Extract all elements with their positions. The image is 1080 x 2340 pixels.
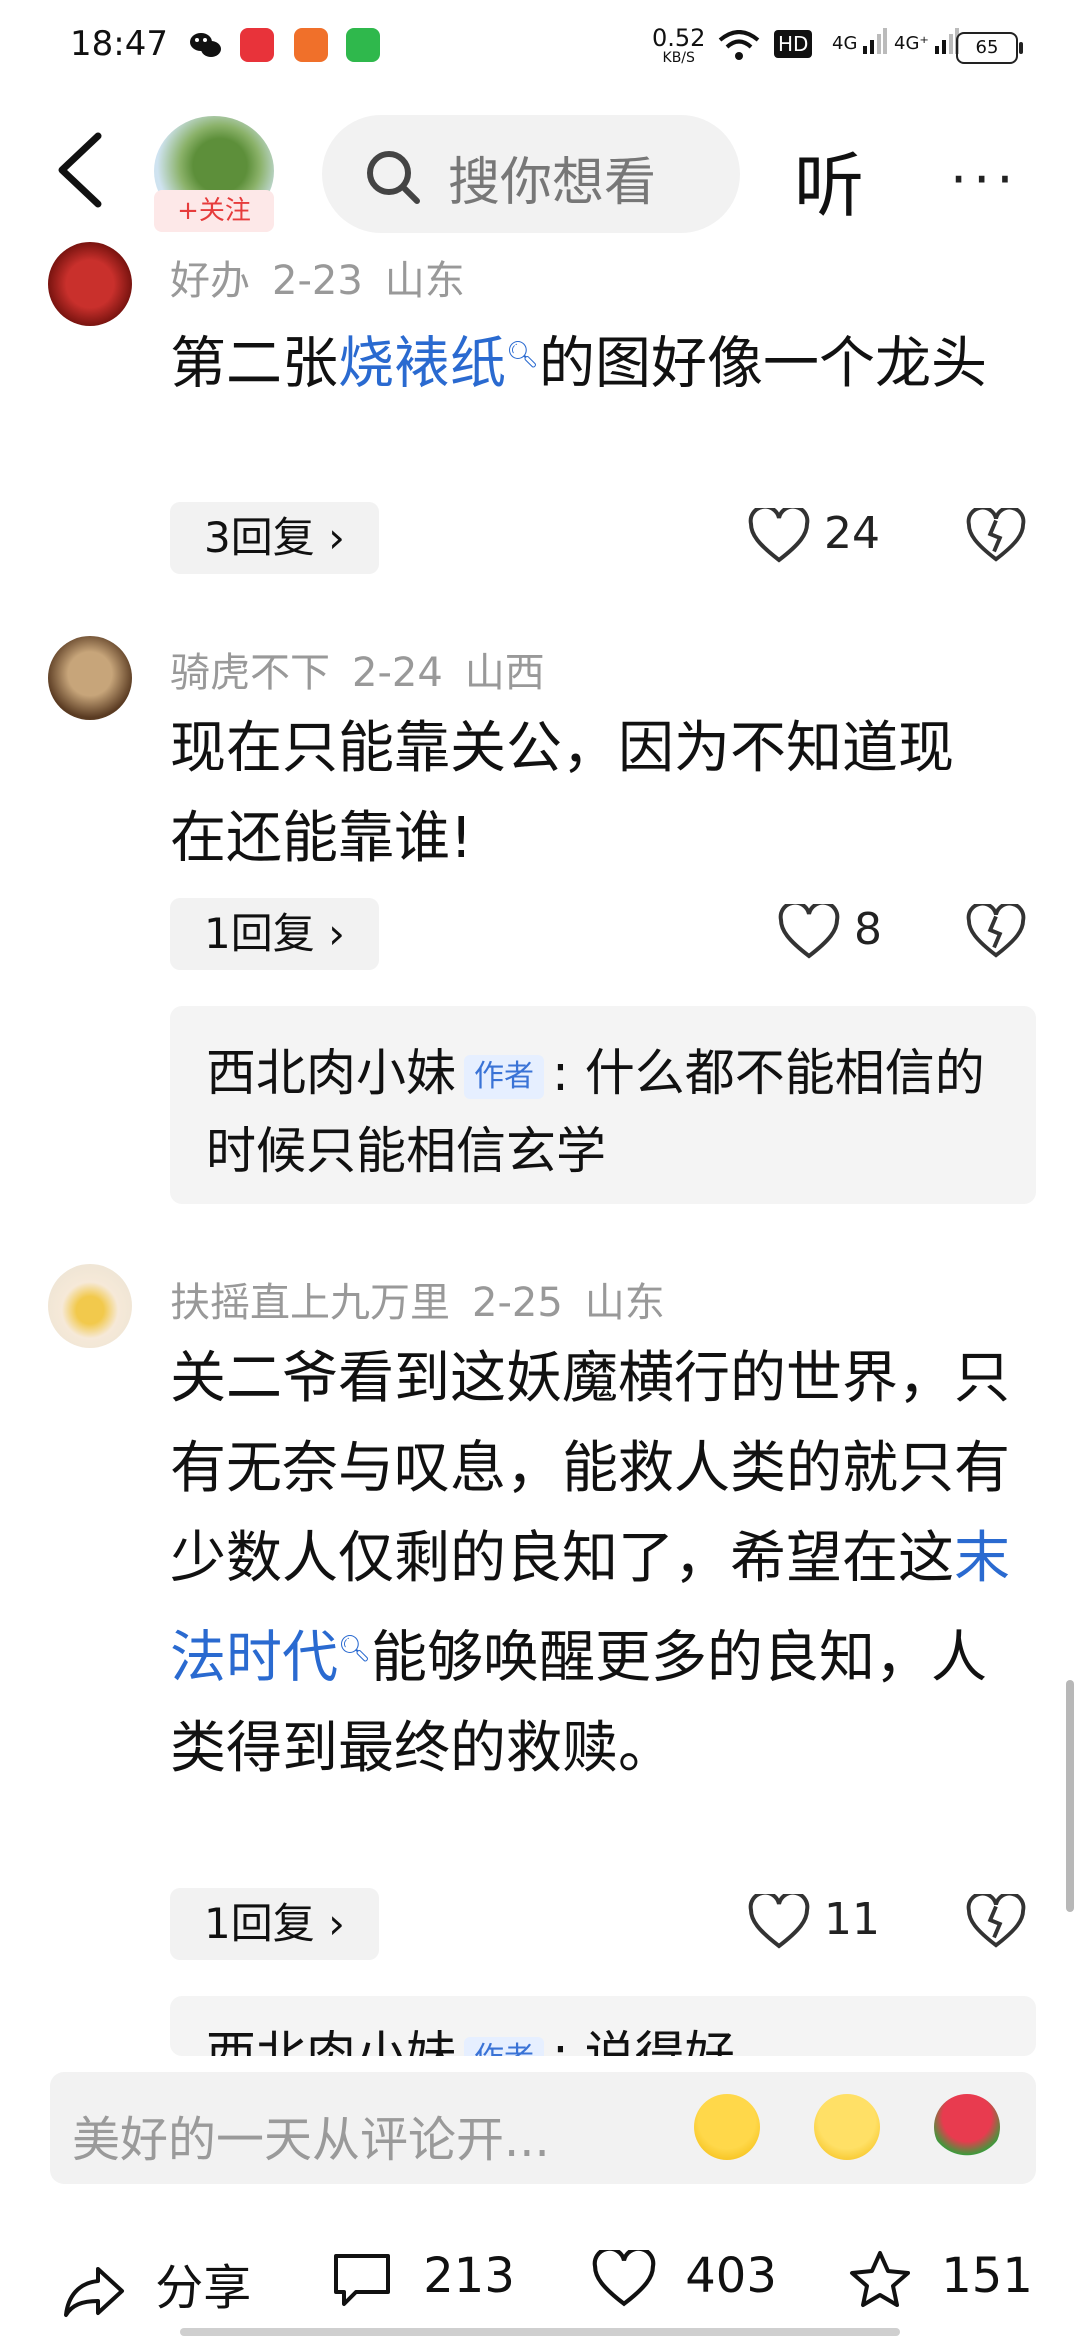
comment-location: 山西 — [464, 650, 545, 696]
favorite-button[interactable]: 151 — [848, 2248, 1033, 2309]
comment-text: 现在只能靠关公，因为不知道现在还能靠谁! — [170, 716, 954, 871]
star-icon — [850, 2251, 910, 2307]
broken-heart-icon — [966, 1891, 1026, 1948]
like-button[interactable]: 11 — [748, 1894, 880, 1950]
emoji-grin-icon[interactable] — [814, 2094, 880, 2160]
like-button[interactable]: 8 — [778, 904, 882, 960]
share-label: 分享 — [155, 2260, 252, 2316]
dislike-button[interactable] — [966, 901, 1026, 960]
chevron-left-icon — [58, 132, 102, 208]
message-app-icon — [346, 28, 380, 62]
like-button[interactable]: 24 — [748, 508, 880, 564]
app-icon — [294, 28, 328, 62]
scrollbar[interactable] — [1066, 1680, 1074, 1912]
toutiao-icon — [240, 28, 274, 62]
signal-2: 4G⁺ — [894, 28, 959, 54]
comment-text: 关二爷看到这妖魔横行的世界，只有无奈与叹息，能救人类的就只有少数人仅剩的良知了，… — [170, 1346, 1010, 1781]
view-replies-button[interactable]: 3回复 › — [170, 502, 379, 574]
search-link-icon: 🔍︎ — [338, 1634, 372, 1664]
view-replies-button[interactable]: 1回复 › — [170, 1888, 379, 1960]
comment-username[interactable]: 好办 — [170, 258, 250, 304]
comment-meta: 扶摇直上九万里 2-25 山东 — [170, 1270, 687, 1328]
reply-preview[interactable]: 西北肉小妹 作者: 什么都不能相信的时候只能相信玄学 — [170, 1006, 1036, 1204]
like-article-button[interactable]: 403 — [592, 2246, 777, 2308]
emoji-rose-icon[interactable] — [934, 2094, 1000, 2160]
comment-date: 2-24 — [352, 650, 443, 696]
more-menu-button[interactable]: ··· — [950, 148, 1020, 211]
share-button[interactable]: 分享 — [62, 2248, 251, 2319]
broken-heart-icon — [966, 901, 1026, 958]
favorite-count: 151 — [941, 2248, 1033, 2304]
like-count: 11 — [824, 1894, 880, 1945]
author-badge: 作者 — [464, 2036, 544, 2056]
dislike-button[interactable] — [966, 1891, 1026, 1950]
wechat-icon — [188, 28, 222, 62]
comment-date: 2-25 — [472, 1280, 563, 1326]
comment-username[interactable]: 扶摇直上九万里 — [170, 1280, 450, 1326]
comment-meta: 骑虎不下 2-24 山西 — [170, 640, 567, 698]
reply-preview[interactable]: 西北肉小妹作者 : 说得好 — [170, 1996, 1036, 2056]
hd-badge: HD — [774, 30, 813, 58]
comment-meta: 好办 2-23 山东 — [170, 248, 487, 306]
view-replies-button[interactable]: 1回复 › — [170, 898, 379, 970]
comments-button[interactable]: 213 — [330, 2248, 515, 2308]
search-link[interactable]: 烧裱纸 — [338, 332, 506, 397]
comment-date: 2-23 — [272, 258, 363, 304]
follow-button[interactable]: +关注 — [154, 190, 274, 232]
like-count: 24 — [824, 508, 880, 559]
comment-text: 第二张烧裱纸🔍︎的图好像一个龙头 — [170, 331, 988, 397]
reply-author[interactable]: 西北肉小妹 — [206, 1044, 456, 1102]
comment-username[interactable]: 骑虎不下 — [170, 650, 330, 696]
search-link-icon: 🔍︎ — [506, 340, 540, 370]
signal-1: 4G — [832, 28, 888, 54]
search-icon — [364, 148, 422, 210]
comment-avatar[interactable] — [48, 242, 132, 326]
comment-avatar[interactable] — [48, 1264, 132, 1348]
broken-heart-icon — [966, 505, 1026, 562]
heart-icon — [592, 2246, 656, 2307]
listen-button[interactable]: 听 — [794, 130, 864, 231]
wifi-icon — [718, 30, 760, 66]
reply-author[interactable]: 西北肉小妹 — [206, 2026, 456, 2056]
comment-avatar[interactable] — [48, 636, 132, 720]
like-article-count: 403 — [685, 2248, 777, 2304]
reply-text: : 说得好 — [552, 2026, 735, 2056]
emoji-crying-icon[interactable] — [694, 2094, 760, 2160]
comment-count: 213 — [423, 2248, 515, 2304]
share-icon — [64, 2267, 124, 2317]
author-badge: 作者 — [464, 1054, 544, 1099]
heart-icon — [778, 904, 840, 959]
comment-bubble-icon — [334, 2254, 390, 2306]
heart-icon — [748, 508, 810, 563]
comment-location: 山东 — [584, 1280, 665, 1326]
dislike-button[interactable] — [966, 505, 1026, 564]
back-button[interactable] — [52, 130, 112, 210]
heart-icon — [748, 1894, 810, 1949]
battery-indicator: 65 — [956, 32, 1023, 64]
like-count: 8 — [854, 904, 882, 955]
network-speed: 0.52 KB/S — [652, 24, 706, 66]
status-time: 18:47 — [70, 24, 168, 64]
gesture-bar[interactable] — [180, 2328, 900, 2336]
comment-location: 山东 — [384, 258, 465, 304]
search-placeholder: 搜你想看 — [448, 153, 657, 213]
comment-input-placeholder: 美好的一天从评论开... — [72, 2112, 550, 2168]
